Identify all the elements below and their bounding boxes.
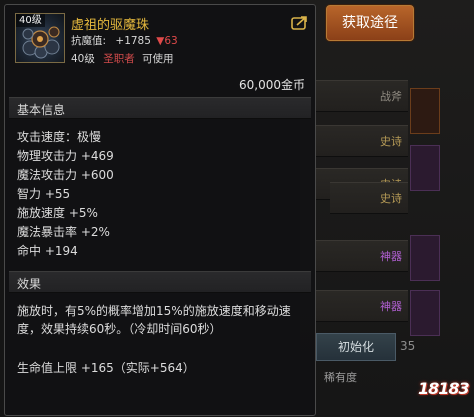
inventory-row[interactable]: 史诗	[316, 125, 408, 157]
equipment-slot[interactable]	[410, 290, 440, 336]
inventory-row-label: 战斧	[380, 90, 402, 103]
stat-intelligence: 智力 +55	[17, 187, 71, 201]
required-class: 圣职者	[103, 53, 135, 65]
resist-diff: ▼63	[156, 35, 178, 47]
inventory-row[interactable]: 神器	[316, 240, 408, 272]
inventory-row-label: 史诗	[380, 135, 402, 148]
inventory-row[interactable]: 神器	[316, 290, 408, 322]
site-watermark: 18183	[418, 379, 470, 398]
basic-info-header: 基本信息	[9, 97, 311, 119]
item-price: 60,000金币	[239, 78, 305, 92]
side-number: 35	[400, 339, 416, 353]
requirement-row: 40级 圣职者 可使用	[71, 51, 174, 66]
inventory-row[interactable]: 战斧	[316, 80, 408, 112]
resist-label: 抗魔值:	[71, 35, 107, 47]
equipment-slot[interactable]	[410, 235, 440, 281]
equipment-slot[interactable]	[410, 145, 440, 191]
stat-magic-attack: 魔法攻击力 +600	[17, 168, 114, 182]
section-title: 效果	[17, 277, 42, 291]
inventory-row-label: 神器	[380, 250, 402, 263]
stat-hit-rate: 命中 +194	[17, 244, 78, 258]
share-link-icon[interactable]	[291, 15, 309, 31]
game-screen: 获取途径 战斧 史诗 史诗 史诗 神器 神器 初始化 35 稀有度	[0, 0, 474, 417]
acquire-method-button[interactable]: 获取途径	[326, 5, 414, 41]
stat-attack-speed: 攻击速度：极慢	[17, 130, 102, 144]
item-level-tag: 40级	[16, 14, 45, 27]
item-tooltip: 40级 虚祖的驱魔珠 抗魔值: +1785 ▼63 40级 圣职者 可使用 60…	[4, 4, 316, 416]
inventory-row[interactable]: 史诗	[330, 182, 408, 214]
required-level: 40级	[71, 53, 95, 65]
inventory-row-label: 史诗	[380, 192, 402, 205]
effect-description: 施放时，有5%的概率增加15%的施放速度和移动速度，效果持续60秒。（冷却时间6…	[17, 304, 291, 336]
effects-header: 效果	[9, 271, 311, 293]
reset-button[interactable]: 初始化	[316, 333, 396, 361]
item-name: 虚祖的驱魔珠	[71, 18, 150, 33]
usable-label: 可使用	[142, 53, 174, 65]
stat-magic-crit: 魔法暴击率 +2%	[17, 225, 110, 239]
equipment-slot[interactable]	[410, 88, 440, 134]
resist-row: 抗魔值: +1785 ▼63	[71, 33, 178, 48]
section-title: 基本信息	[17, 103, 66, 117]
inventory-row-label: 神器	[380, 300, 402, 313]
stat-max-hp: 生命值上限 +165（实际+564）	[17, 361, 195, 375]
stat-cast-speed: 施放速度 +5%	[17, 206, 98, 220]
exorcism-orb-icon: 40级	[15, 13, 65, 63]
resist-value: +1785	[115, 35, 151, 47]
stat-physical-attack: 物理攻击力 +469	[17, 149, 114, 163]
rarity-label: 稀有度	[324, 371, 357, 384]
